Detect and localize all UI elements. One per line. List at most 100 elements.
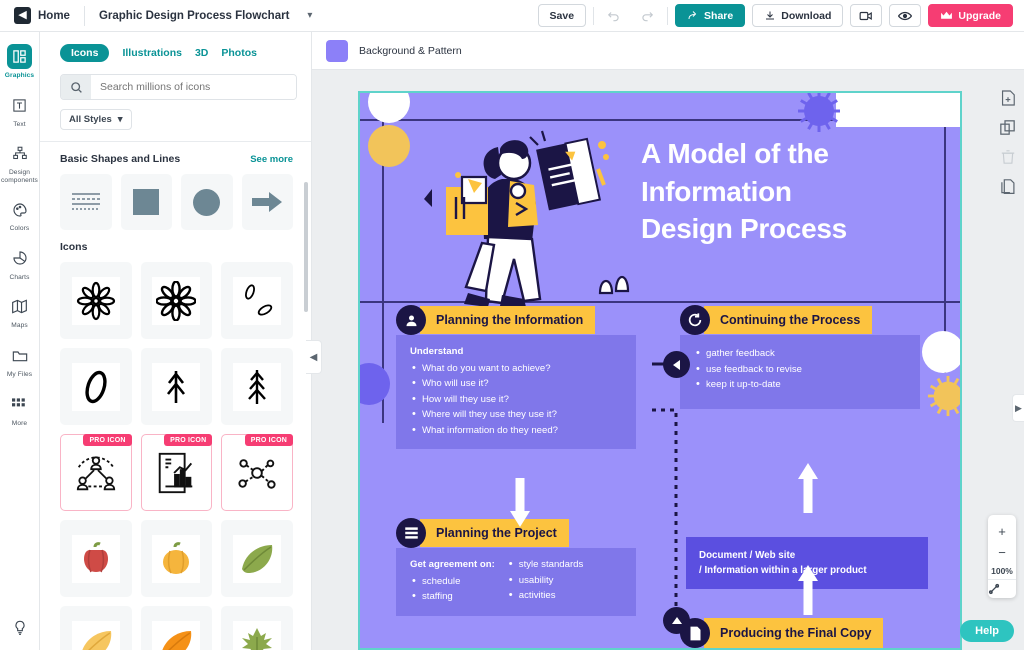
- duplicate-page-icon[interactable]: [1000, 120, 1015, 135]
- all-styles-dropdown[interactable]: All Styles ▾: [60, 109, 132, 130]
- square-shape-icon[interactable]: [120, 174, 172, 230]
- sidebar-item-text[interactable]: Text: [0, 93, 40, 129]
- thumbnail: [152, 362, 201, 411]
- delete-page-icon[interactable]: [1001, 149, 1015, 165]
- see-more-link[interactable]: See more: [250, 154, 293, 165]
- pine-tree-icon[interactable]: [140, 348, 213, 425]
- card-continuing-the-process[interactable]: Continuing the Process gather feedback u…: [680, 305, 928, 409]
- share-button[interactable]: Share: [675, 4, 746, 27]
- thumbnail: [152, 620, 201, 650]
- sidebar-label: Charts: [9, 273, 30, 281]
- chevron-down-icon[interactable]: ▾: [307, 10, 312, 21]
- collapse-panel-button[interactable]: ◀: [306, 340, 322, 374]
- lines-shape-icon[interactable]: [60, 174, 112, 230]
- card-body: Understand What do you want to achieve? …: [396, 335, 636, 450]
- thumbnail: [71, 276, 120, 325]
- report-chart-icon[interactable]: PRO ICON: [140, 434, 213, 511]
- panel-scrollbar[interactable]: [304, 182, 308, 312]
- molecule-network-icon[interactable]: PRO ICON: [221, 434, 293, 511]
- team-network-icon[interactable]: PRO ICON: [60, 434, 132, 511]
- sidebar-item-colors[interactable]: Colors: [0, 197, 40, 233]
- card-producing-the-final-copy[interactable]: Producing the Final Copy: [680, 618, 884, 648]
- sidebar-item-charts[interactable]: Charts: [0, 246, 40, 282]
- tab-icons[interactable]: Icons: [60, 44, 110, 62]
- card-header: Producing the Final Copy: [680, 618, 884, 648]
- green-leaf-icon[interactable]: [221, 520, 293, 597]
- sidebar-item-my-files[interactable]: My Files: [0, 343, 40, 379]
- copy-style-icon[interactable]: [1000, 179, 1015, 195]
- card-planning-the-information[interactable]: Planning the Information Understand What…: [396, 305, 644, 450]
- home-label: Home: [38, 9, 70, 22]
- help-button[interactable]: Help: [960, 620, 1014, 642]
- bullet-list: schedule staffing: [410, 573, 495, 606]
- tips-button[interactable]: [0, 615, 40, 640]
- sidebar-item-graphics[interactable]: Graphics: [0, 44, 40, 80]
- icons-grid: PRO ICON PRO ICON PRO ICON: [40, 253, 311, 650]
- fir-tree-icon[interactable]: [221, 348, 293, 425]
- maple-leaf-icon[interactable]: [221, 606, 293, 650]
- title-line-3: Design Process: [641, 213, 847, 245]
- output-line-1: Document / Web site: [699, 550, 796, 561]
- upgrade-button[interactable]: Upgrade: [928, 4, 1013, 27]
- daisy-flower-2-icon[interactable]: [140, 262, 213, 339]
- search-box[interactable]: [60, 74, 297, 100]
- leaf-outline-icon[interactable]: [60, 348, 132, 425]
- video-camera-icon: [859, 11, 873, 20]
- share-label: Share: [704, 9, 734, 22]
- undo-button[interactable]: [601, 4, 627, 27]
- column-right: style standards usability activities: [507, 556, 584, 605]
- divider: [667, 6, 669, 25]
- orange-leaf-icon[interactable]: [140, 606, 213, 650]
- list-item: usability: [507, 572, 584, 589]
- card-header: Planning the Project: [396, 518, 644, 548]
- record-video-button[interactable]: [850, 4, 883, 27]
- download-button[interactable]: Download: [752, 4, 844, 27]
- card-planning-the-project[interactable]: Planning the Project Get agreement on: s…: [396, 518, 644, 616]
- daisy-flower-icon[interactable]: [60, 262, 132, 339]
- artboard[interactable]: A Model of the Information Design Proces…: [358, 91, 962, 650]
- redo-button[interactable]: [634, 4, 660, 27]
- leaf-pair-icon[interactable]: [221, 262, 293, 339]
- upgrade-label: Upgrade: [958, 9, 1001, 22]
- list-icon: [396, 518, 426, 548]
- sidebar-item-more[interactable]: More: [0, 392, 40, 428]
- tab-3d[interactable]: 3D: [195, 47, 208, 59]
- tab-illustrations[interactable]: Illustrations: [122, 47, 182, 59]
- output-box[interactable]: Document / Web site / Information within…: [686, 537, 928, 590]
- preview-button[interactable]: [889, 4, 922, 27]
- zoom-out-button[interactable]: −: [998, 542, 1006, 563]
- add-page-icon[interactable]: [1001, 90, 1015, 106]
- pro-badge: PRO ICON: [244, 434, 293, 446]
- chevron-down-icon: ▾: [117, 114, 123, 125]
- back-arrow-icon: ◀: [14, 7, 31, 24]
- my-files-icon: [7, 343, 32, 368]
- card-subhead: Understand: [410, 346, 464, 357]
- yellow-leaf-icon[interactable]: [60, 606, 132, 650]
- redo-icon: [642, 11, 654, 21]
- colors-icon: [7, 197, 32, 222]
- card-title: Continuing the Process: [704, 306, 873, 334]
- sidebar-item-maps[interactable]: Maps: [0, 294, 40, 330]
- search-input[interactable]: [91, 75, 296, 99]
- maps-icon: [7, 294, 32, 319]
- arrow-shape-icon[interactable]: [241, 174, 293, 230]
- tab-photos[interactable]: Photos: [221, 47, 257, 59]
- output-line-2: / Information within a larger product: [699, 565, 867, 577]
- circle-shape-icon[interactable]: [181, 174, 233, 230]
- sidebar-item-design-components[interactable]: Design components: [0, 141, 40, 184]
- pumpkin-shape: [163, 541, 190, 574]
- pumpkin-icon[interactable]: [140, 520, 213, 597]
- bell-pepper-icon[interactable]: [60, 520, 132, 597]
- title-line-1: A Model of the: [641, 138, 829, 169]
- column-left: Get agreement on: schedule staffing: [410, 557, 495, 605]
- home-button[interactable]: ◀ Home: [0, 7, 70, 24]
- background-color-swatch[interactable]: [326, 39, 348, 62]
- thumbnail: [152, 276, 201, 325]
- toolbar-actions: Save Share Download Upgrade: [537, 4, 1024, 27]
- save-button[interactable]: Save: [537, 4, 587, 27]
- fit-screen-button[interactable]: [988, 579, 1016, 598]
- collapse-right-panel-button[interactable]: ▶: [1012, 394, 1024, 422]
- undo-icon: [607, 11, 619, 21]
- list-item: Where will they use they use it?: [410, 406, 625, 423]
- zoom-in-button[interactable]: +: [998, 521, 1006, 542]
